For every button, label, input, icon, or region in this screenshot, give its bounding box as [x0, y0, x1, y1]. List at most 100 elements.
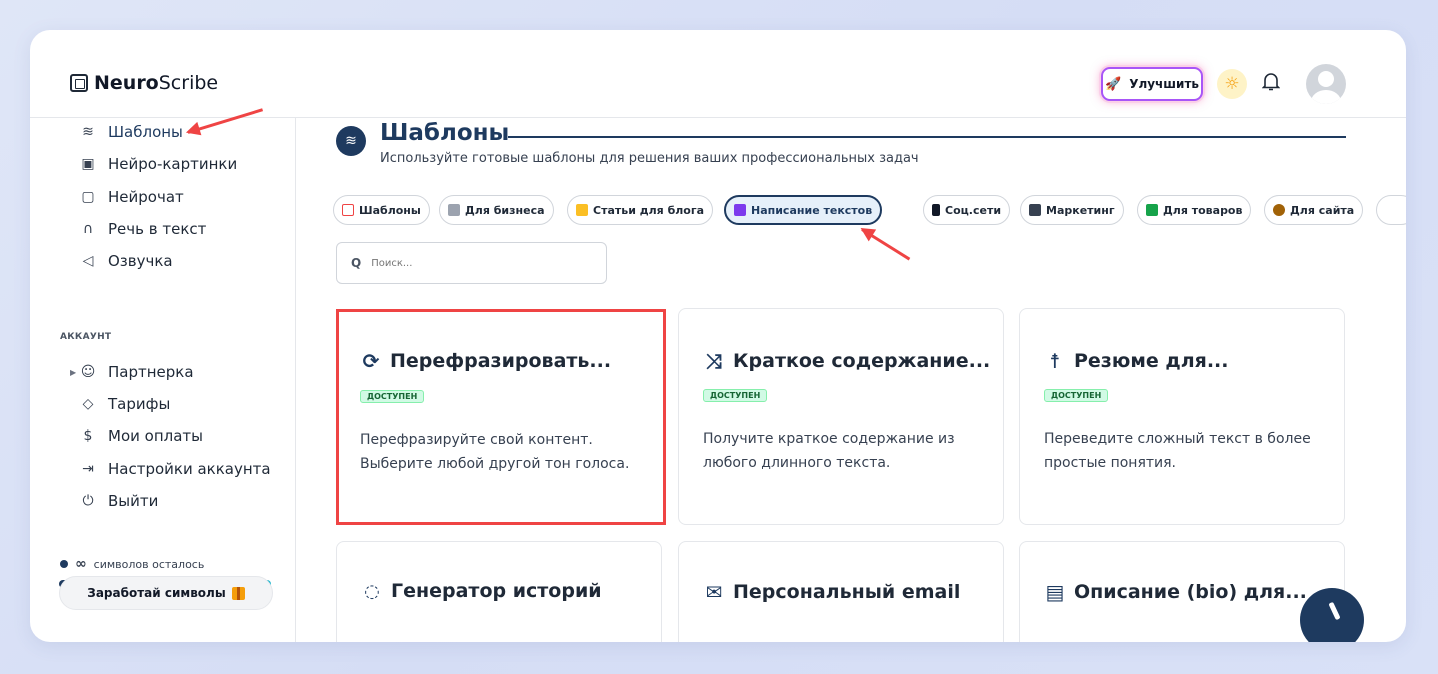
sidebar-item-label: Мои оплаты [108, 427, 203, 445]
gift-icon [231, 586, 245, 600]
top-header: NeuroScribe 🚀 Улучшить ☼ [30, 30, 1406, 118]
tag-icon: ◇ [82, 396, 94, 412]
memo-icon [576, 204, 588, 216]
title-divider [508, 136, 1346, 138]
status-badge: ДОСТУПЕН [1044, 389, 1109, 402]
chip-templates[interactable]: Шаблоны [333, 195, 430, 225]
sidebar-item-pricing[interactable]: ◇ Тарифы [80, 395, 171, 413]
sidebar-item-payments[interactable]: $ Мои оплаты [80, 427, 203, 445]
card-title: ◌ Генератор историй [361, 580, 602, 602]
logo-icon [70, 74, 88, 92]
sidebar: ≋ Шаблоны ▣ Нейро-картинки ▢ Нейрочат ∩ … [30, 118, 296, 642]
account-section-label: АККАУНТ [60, 332, 112, 342]
chip-label: Для товаров [1163, 203, 1243, 217]
chart-icon [342, 204, 354, 216]
document-icon: ▤ [1045, 580, 1065, 604]
infinity-value: ∞ [75, 556, 87, 572]
template-card[interactable]: ⤨ Краткое содержание... ДОСТУПЕН Получит… [678, 308, 1004, 525]
chip-business[interactable]: Для бизнеса [439, 195, 554, 225]
chip-blog-articles[interactable]: Статьи для блога [567, 195, 714, 225]
sidebar-item-label: Озвучка [108, 252, 173, 270]
sidebar-item-voiceover[interactable]: ◁ Озвучка [80, 252, 173, 270]
status-dot [60, 560, 68, 568]
refresh-icon: ⟳ [362, 349, 380, 373]
sidebar-item-partners[interactable]: ☺ Партнерка [80, 363, 194, 381]
card-title: ✉ Персональный email [703, 580, 961, 604]
chip-label: Шаблоны [359, 203, 421, 217]
status-badge: ДОСТУПЕН [360, 390, 425, 403]
chip-products[interactable]: Для товаров [1137, 195, 1252, 225]
page-title: Шаблоны [380, 120, 510, 146]
avatar[interactable] [1306, 64, 1346, 104]
template-card[interactable]: ⟳ Перефразировать... ДОСТУПЕН Перефразир… [336, 309, 666, 525]
sidebar-item-label: Шаблоны [108, 123, 183, 141]
search-box: Q [336, 242, 607, 284]
template-card[interactable]: ▤ Описание (bio) для... [1019, 541, 1345, 642]
earn-label: Заработай символы [87, 586, 226, 600]
login-icon: ⇥ [82, 461, 94, 477]
sidebar-item-neurochat[interactable]: ▢ Нейрочат [80, 188, 184, 206]
chip-text-writing[interactable]: Написание текстов [724, 195, 883, 225]
template-card[interactable]: ✉ Персональный email [678, 541, 1004, 642]
card-description: Перефразируйте свой контент. Выберите лю… [360, 432, 630, 472]
template-card[interactable]: ◌ Генератор историй [336, 541, 662, 642]
sidebar-item-speech-to-text[interactable]: ∩ Речь в текст [80, 220, 207, 238]
category-chips: Шаблоны Для бизнеса Статьи для блога Нап… [333, 195, 1406, 227]
calendar-icon [448, 204, 460, 216]
sun-icon: ☼ [1224, 74, 1240, 94]
chip-label: Статьи для блога [593, 203, 705, 217]
compress-icon: ⤨ [706, 349, 722, 373]
dollar-icon: $ [83, 428, 93, 444]
card-title-text: Генератор историй [391, 580, 602, 602]
card-title-text: Персональный email [733, 581, 961, 603]
card-title-text: Краткое содержание... [733, 350, 991, 372]
template-card[interactable]: ☨ Резюме для... ДОСТУПЕН Переведите слож… [1019, 308, 1345, 525]
search-icon: Q [351, 256, 362, 270]
circle-icon: ◌ [364, 580, 380, 602]
upgrade-button[interactable]: 🚀 Улучшить [1101, 67, 1203, 101]
chip-label: Для бизнеса [465, 203, 545, 217]
chip-marketing[interactable]: Маркетинг [1020, 195, 1124, 225]
rocket-icon: 🚀 [1105, 76, 1122, 92]
power-icon: ⏻ [82, 493, 94, 509]
sidebar-item-label: Партнерка [108, 363, 194, 381]
layers-icon: ≋ [82, 124, 94, 140]
logo-bold-text: Neuro [94, 72, 159, 94]
help-chat-button[interactable] [1300, 588, 1364, 642]
sidebar-item-account-settings[interactable]: ⇥ Настройки аккаунта [80, 460, 270, 478]
sidebar-item-templates[interactable]: ≋ Шаблоны [80, 123, 183, 141]
card-title: ⟳ Перефразировать... [360, 349, 611, 373]
ledger-icon [1146, 204, 1158, 216]
page-subtitle: Используйте готовые шаблоны для решения … [380, 151, 919, 166]
earn-symbols-button[interactable]: Заработай символы [59, 576, 273, 610]
sidebar-item-neuro-images[interactable]: ▣ Нейро-картинки [80, 155, 237, 173]
card-title-text: Перефразировать... [390, 350, 612, 372]
chat-icon: ▢ [81, 189, 95, 205]
search-input[interactable] [371, 257, 572, 269]
image-icon: ▣ [81, 156, 95, 172]
logo[interactable]: NeuroScribe [70, 72, 218, 94]
caret-right-icon[interactable]: ▶ [70, 368, 76, 377]
status-badge: ДОСТУПЕН [703, 389, 768, 402]
books-icon [734, 204, 746, 216]
sidebar-item-logout[interactable]: ⏻ Выйти [80, 492, 158, 510]
card-title-text: Описание (bio) для... [1074, 581, 1307, 603]
annotation-arrow [861, 228, 911, 261]
notifications-bell-icon[interactable] [1261, 72, 1281, 97]
card-title-text: Резюме для... [1074, 350, 1229, 372]
sidebar-item-label: Нейрочат [108, 188, 184, 206]
upgrade-label: Улучшить [1129, 77, 1199, 91]
laptop-icon [1029, 204, 1041, 216]
sidebar-item-label: Выйти [108, 492, 159, 510]
theme-toggle-button[interactable]: ☼ [1217, 69, 1247, 99]
chip-website[interactable]: Для сайта [1264, 195, 1364, 225]
chip-label: Маркетинг [1046, 203, 1115, 217]
phone-icon [932, 204, 940, 216]
sidebar-item-label: Речь в текст [108, 220, 207, 238]
chip-more[interactable] [1376, 195, 1406, 225]
chip-label: Написание текстов [751, 203, 873, 217]
symbols-remaining: ∞ символов осталось [60, 556, 204, 572]
headphones-icon: ∩ [82, 221, 94, 237]
chip-social[interactable]: Соц.сети [923, 195, 1011, 225]
app-window: NeuroScribe 🚀 Улучшить ☼ ≋ Шаблоны ▣ Ней… [30, 30, 1406, 642]
